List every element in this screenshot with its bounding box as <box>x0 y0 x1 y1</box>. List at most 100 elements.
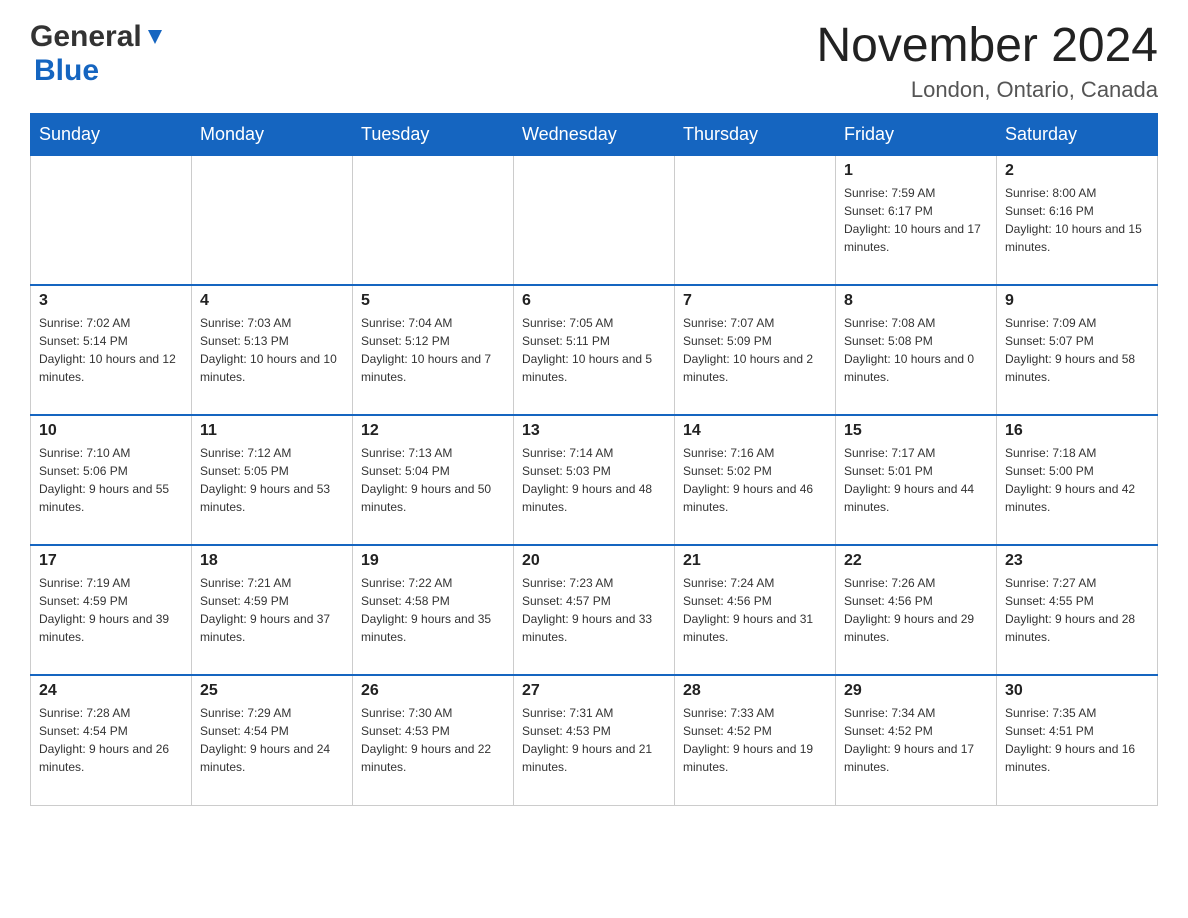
calendar-cell: 13Sunrise: 7:14 AMSunset: 5:03 PMDayligh… <box>514 415 675 545</box>
day-info: Sunrise: 7:05 AMSunset: 5:11 PMDaylight:… <box>522 314 666 386</box>
calendar-cell: 17Sunrise: 7:19 AMSunset: 4:59 PMDayligh… <box>31 545 192 675</box>
calendar-cell: 18Sunrise: 7:21 AMSunset: 4:59 PMDayligh… <box>192 545 353 675</box>
logo-triangle-icon <box>144 26 166 48</box>
calendar-cell: 6 Sunrise: 7:05 AMSunset: 5:11 PMDaylight… <box>514 285 675 415</box>
day-number: 27 <box>522 682 666 700</box>
calendar-cell: 19 Sunrise: 7:22 AMSunset: 4:58 PMDayligh… <box>353 545 514 675</box>
day-info: Sunrise: 7:18 AMSunset: 5:00 PMDaylight:… <box>1005 444 1149 516</box>
logo-general-text: General <box>30 20 142 54</box>
week-row-3: 10 Sunrise: 7:10 AMSunset: 5:06 PMDayligh… <box>31 415 1158 545</box>
calendar-cell: 12 Sunrise: 7:13 AMSunset: 5:04 PMDayligh… <box>353 415 514 545</box>
calendar-cell: 16 Sunrise: 7:18 AMSunset: 5:00 PMDayligh… <box>997 415 1158 545</box>
day-number: 24 <box>39 682 183 700</box>
day-number: 9 <box>1005 292 1149 310</box>
day-info: Sunrise: 7:08 AMSunset: 5:08 PMDaylight:… <box>844 314 988 386</box>
calendar-cell: 1 Sunrise: 7:59 AMSunset: 6:17 PMDaylight… <box>836 155 997 285</box>
calendar-cell <box>514 155 675 285</box>
week-row-4: 17Sunrise: 7:19 AMSunset: 4:59 PMDayligh… <box>31 545 1158 675</box>
day-info: Sunrise: 7:03 AMSunset: 5:13 PMDaylight:… <box>200 314 344 386</box>
week-row-5: 24 Sunrise: 7:28 AMSunset: 4:54 PMDayligh… <box>31 675 1158 805</box>
day-number: 15 <box>844 422 988 440</box>
day-info: Sunrise: 7:13 AMSunset: 5:04 PMDaylight:… <box>361 444 505 516</box>
day-number: 1 <box>844 162 988 180</box>
day-info: Sunrise: 7:17 AMSunset: 5:01 PMDaylight:… <box>844 444 988 516</box>
calendar-cell: 10 Sunrise: 7:10 AMSunset: 5:06 PMDayligh… <box>31 415 192 545</box>
header-tuesday: Tuesday <box>353 113 514 155</box>
day-info: Sunrise: 7:16 AMSunset: 5:02 PMDaylight:… <box>683 444 827 516</box>
calendar-cell: 23 Sunrise: 7:27 AMSunset: 4:55 PMDayligh… <box>997 545 1158 675</box>
day-number: 7 <box>683 292 827 310</box>
day-info: Sunrise: 7:33 AMSunset: 4:52 PMDaylight:… <box>683 704 827 776</box>
logo-blue-text: Blue <box>30 54 99 87</box>
calendar-cell: 3 Sunrise: 7:02 AMSunset: 5:14 PMDaylight… <box>31 285 192 415</box>
day-info: Sunrise: 7:30 AMSunset: 4:53 PMDaylight:… <box>361 704 505 776</box>
header-thursday: Thursday <box>675 113 836 155</box>
day-number: 20 <box>522 552 666 570</box>
calendar-cell: 25 Sunrise: 7:29 AMSunset: 4:54 PMDayligh… <box>192 675 353 805</box>
calendar-cell: 9 Sunrise: 7:09 AMSunset: 5:07 PMDaylight… <box>997 285 1158 415</box>
day-info: Sunrise: 7:02 AMSunset: 5:14 PMDaylight:… <box>39 314 183 386</box>
day-info: Sunrise: 7:34 AMSunset: 4:52 PMDaylight:… <box>844 704 988 776</box>
calendar-cell <box>353 155 514 285</box>
day-number: 11 <box>200 422 344 440</box>
day-number: 25 <box>200 682 344 700</box>
day-number: 12 <box>361 422 505 440</box>
page-header: General Blue November 2024 London, Ontar… <box>30 20 1158 103</box>
header-monday: Monday <box>192 113 353 155</box>
day-number: 19 <box>361 552 505 570</box>
header-sunday: Sunday <box>31 113 192 155</box>
calendar-cell: 15 Sunrise: 7:17 AMSunset: 5:01 PMDayligh… <box>836 415 997 545</box>
day-number: 26 <box>361 682 505 700</box>
calendar-cell <box>31 155 192 285</box>
day-number: 21 <box>683 552 827 570</box>
day-number: 3 <box>39 292 183 310</box>
day-info: Sunrise: 7:28 AMSunset: 4:54 PMDaylight:… <box>39 704 183 776</box>
day-info: Sunrise: 7:19 AMSunset: 4:59 PMDaylight:… <box>39 574 183 646</box>
week-row-2: 3 Sunrise: 7:02 AMSunset: 5:14 PMDaylight… <box>31 285 1158 415</box>
location-text: London, Ontario, Canada <box>816 77 1158 103</box>
day-number: 16 <box>1005 422 1149 440</box>
day-info: Sunrise: 7:29 AMSunset: 4:54 PMDaylight:… <box>200 704 344 776</box>
day-info: Sunrise: 7:27 AMSunset: 4:55 PMDaylight:… <box>1005 574 1149 646</box>
day-info: Sunrise: 7:59 AMSunset: 6:17 PMDaylight:… <box>844 184 988 256</box>
day-number: 29 <box>844 682 988 700</box>
logo: General Blue <box>30 20 166 88</box>
calendar-cell: 14 Sunrise: 7:16 AMSunset: 5:02 PMDayligh… <box>675 415 836 545</box>
calendar-cell: 8 Sunrise: 7:08 AMSunset: 5:08 PMDaylight… <box>836 285 997 415</box>
day-info: Sunrise: 7:26 AMSunset: 4:56 PMDaylight:… <box>844 574 988 646</box>
day-info: Sunrise: 7:07 AMSunset: 5:09 PMDaylight:… <box>683 314 827 386</box>
day-info: Sunrise: 7:12 AMSunset: 5:05 PMDaylight:… <box>200 444 344 516</box>
month-title: November 2024 <box>816 20 1158 73</box>
day-number: 23 <box>1005 552 1149 570</box>
calendar-table: Sunday Monday Tuesday Wednesday Thursday… <box>30 113 1158 806</box>
day-number: 4 <box>200 292 344 310</box>
day-number: 22 <box>844 552 988 570</box>
day-info: Sunrise: 7:35 AMSunset: 4:51 PMDaylight:… <box>1005 704 1149 776</box>
day-number: 13 <box>522 422 666 440</box>
day-info: Sunrise: 7:22 AMSunset: 4:58 PMDaylight:… <box>361 574 505 646</box>
calendar-cell: 26 Sunrise: 7:30 AMSunset: 4:53 PMDayligh… <box>353 675 514 805</box>
calendar-cell: 4 Sunrise: 7:03 AMSunset: 5:13 PMDaylight… <box>192 285 353 415</box>
day-number: 28 <box>683 682 827 700</box>
day-info: Sunrise: 7:23 AMSunset: 4:57 PMDaylight:… <box>522 574 666 646</box>
calendar-cell: 27 Sunrise: 7:31 AMSunset: 4:53 PMDayligh… <box>514 675 675 805</box>
day-info: Sunrise: 7:04 AMSunset: 5:12 PMDaylight:… <box>361 314 505 386</box>
day-number: 30 <box>1005 682 1149 700</box>
calendar-cell: 20 Sunrise: 7:23 AMSunset: 4:57 PMDayligh… <box>514 545 675 675</box>
day-info: Sunrise: 7:09 AMSunset: 5:07 PMDaylight:… <box>1005 314 1149 386</box>
day-number: 6 <box>522 292 666 310</box>
calendar-cell: 11 Sunrise: 7:12 AMSunset: 5:05 PMDayligh… <box>192 415 353 545</box>
day-number: 8 <box>844 292 988 310</box>
calendar-cell: 30 Sunrise: 7:35 AMSunset: 4:51 PMDayligh… <box>997 675 1158 805</box>
weekday-header-row: Sunday Monday Tuesday Wednesday Thursday… <box>31 113 1158 155</box>
day-info: Sunrise: 7:10 AMSunset: 5:06 PMDaylight:… <box>39 444 183 516</box>
day-info: Sunrise: 8:00 AMSunset: 6:16 PMDaylight:… <box>1005 184 1149 256</box>
calendar-cell <box>192 155 353 285</box>
day-info: Sunrise: 7:31 AMSunset: 4:53 PMDaylight:… <box>522 704 666 776</box>
week-row-1: 1 Sunrise: 7:59 AMSunset: 6:17 PMDaylight… <box>31 155 1158 285</box>
title-section: November 2024 London, Ontario, Canada <box>816 20 1158 103</box>
day-number: 10 <box>39 422 183 440</box>
day-number: 14 <box>683 422 827 440</box>
header-wednesday: Wednesday <box>514 113 675 155</box>
day-info: Sunrise: 7:24 AMSunset: 4:56 PMDaylight:… <box>683 574 827 646</box>
